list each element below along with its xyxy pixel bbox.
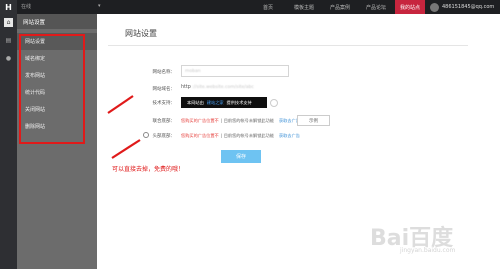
nav-templates[interactable]: 模板主题 — [288, 0, 320, 14]
site-domain-value[interactable]: ://site.website.com/site/abc — [192, 85, 254, 90]
tech-support-banner: 本网站由 建站之家 提供技术支持 — [181, 97, 267, 108]
document-icon[interactable]: ▤ — [4, 36, 13, 45]
watermark-url: jingyan.baidu.com — [400, 247, 456, 254]
icon-rail: ⌂ ▤ ● — [0, 14, 17, 269]
ad-bottom-label: 头部底部： — [152, 134, 176, 139]
chat-icon[interactable]: ● — [4, 54, 13, 63]
tech-support-text: 本网站由 — [187, 99, 204, 105]
annotation-text: 可以直接去掉，免费的哦！ — [112, 166, 185, 173]
arrow-line-2 — [111, 139, 141, 159]
ad-bottom-status: | 目前您的帐号未解锁此功能 — [221, 133, 274, 138]
page-title: 网站设置 — [125, 29, 157, 38]
site-name-label: 网站名称： — [152, 70, 176, 75]
highlight-box — [19, 34, 85, 144]
tech-support-suffix: 提供技术支持 — [226, 99, 252, 105]
site-switcher[interactable]: 在线 — [21, 3, 31, 10]
user-menu[interactable]: 486151845@qq.com — [430, 0, 494, 14]
ad-bottom-warning: 您购买的广告位置不 — [181, 133, 219, 138]
chevron-down-icon[interactable]: ▾ — [98, 3, 101, 9]
ad-top-label: 联合底部： — [152, 119, 176, 124]
ad-bottom-link[interactable]: 获取去广告 — [279, 133, 300, 139]
avatar — [430, 2, 439, 12]
divider — [108, 45, 468, 46]
home-icon[interactable]: ⌂ — [4, 18, 13, 27]
save-button[interactable]: 保存 — [221, 150, 261, 163]
tech-support-label: 技术支持： — [152, 101, 176, 106]
nav-cases[interactable]: 产品案例 — [324, 0, 356, 14]
sidebar-header: 网站设置 — [17, 14, 97, 29]
logo-icon[interactable]: H — [0, 0, 17, 14]
ad-top-warning: 您购买的广告位置不 — [181, 118, 219, 123]
tech-support-link[interactable]: 建站之家 — [207, 100, 224, 106]
user-id: 486151845@qq.com — [442, 4, 495, 10]
ad-top-status: | 目前您的帐号未解锁此功能 — [221, 118, 274, 123]
nav-my-sites[interactable]: 我的站点 — [395, 0, 425, 14]
nav-forum[interactable]: 产品论坛 — [361, 0, 391, 14]
site-domain-prefix: http — [181, 85, 191, 90]
site-name-input[interactable]: moban — [181, 65, 289, 77]
top-bar: H 在线 ▾ 首页 模板主题 产品案例 产品论坛 我的站点 486151845@… — [0, 0, 500, 14]
site-domain-label: 网站域名： — [152, 87, 176, 92]
site-name-value: moban — [185, 68, 201, 74]
tech-support-toggle[interactable] — [270, 99, 278, 107]
nav-home[interactable]: 首页 — [254, 0, 282, 14]
ad-example-button[interactable]: 示例 — [297, 115, 330, 126]
